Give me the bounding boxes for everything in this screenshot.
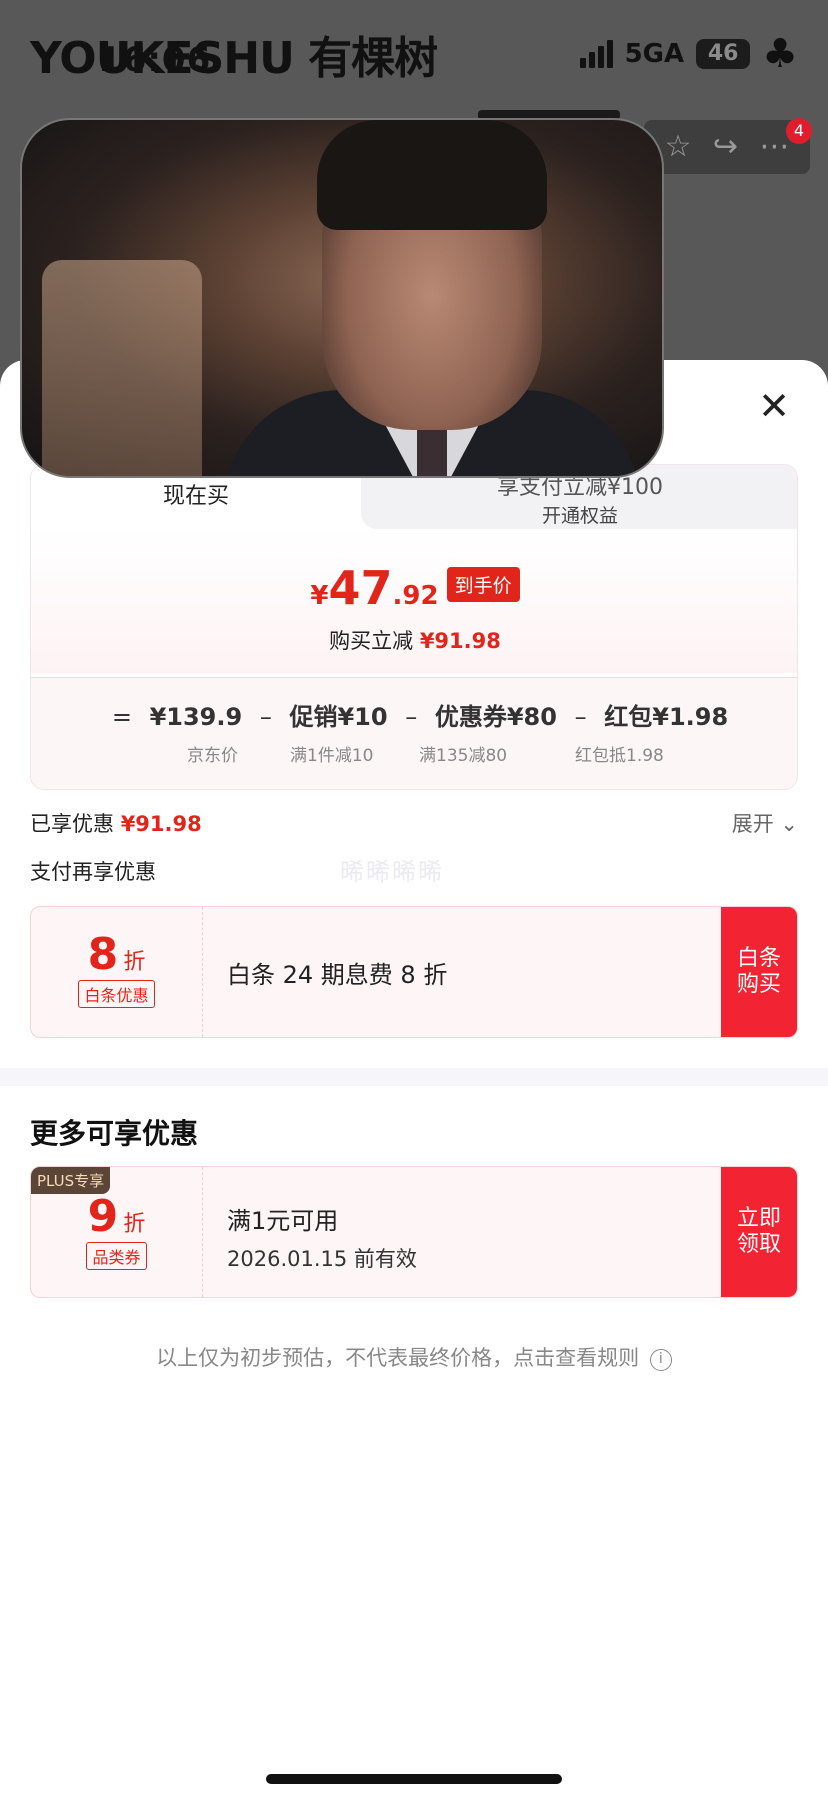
chevron-down-icon: ⌄: [780, 812, 798, 836]
baitiao-coupon: 8 折 白条优惠 白条 24 期息费 8 折 白条购买: [30, 906, 798, 1038]
formula-item: 优惠券¥80: [434, 703, 557, 731]
enjoyed-discount: 已享优惠 ¥91.98: [30, 812, 202, 836]
star-icon[interactable]: ☆: [665, 132, 692, 162]
price-formula: = ¥139.9 – 促销¥10 – 优惠券¥80 – 红包¥1.98: [111, 703, 729, 731]
header-actions: ☆ ↪ ⋯: [644, 120, 810, 174]
battery-icon: 46: [696, 39, 751, 69]
status-time: 16:06: [98, 40, 212, 80]
home-indicator: [266, 1774, 562, 1784]
notification-badge: 4: [786, 118, 812, 144]
floating-video[interactable]: [20, 118, 664, 478]
signal-icon: [579, 40, 613, 68]
instant-reduction: 购买立减 ¥91.98: [329, 629, 501, 653]
coupon-tag: 白条优惠: [78, 980, 155, 1008]
baitiao-buy-button[interactable]: 白条购买: [721, 907, 797, 1037]
expand-button[interactable]: 展开 ⌄: [732, 808, 798, 838]
coupon-discount-number: 9: [87, 1191, 119, 1242]
formula-item: ¥139.9: [149, 703, 243, 731]
club-icon: ♣: [762, 31, 798, 77]
formula-item: 红包¥1.98: [604, 703, 729, 731]
coupon-description: 白条 24 期息费 8 折: [227, 961, 448, 989]
network-type: 5GA: [624, 39, 685, 69]
info-icon: i: [649, 1349, 672, 1371]
formula-item: 促销¥10: [289, 703, 388, 731]
final-price-tag: 到手价: [446, 567, 520, 602]
share-icon[interactable]: ↪: [713, 132, 738, 162]
status-bar-right: 5GA 46 ♣: [579, 31, 798, 77]
claim-coupon-button[interactable]: 立即领取: [721, 1167, 797, 1297]
formula-label: 红包抵1.98: [575, 746, 664, 766]
formula-label: 京东价: [187, 746, 238, 766]
formula-label: 满135减80: [419, 746, 508, 766]
estimate-footnote[interactable]: 以上仅为初步预估，不代表最终价格，点击查看规则 i: [0, 1342, 828, 1372]
coupon-discount-number: 8: [87, 929, 119, 980]
coupon-condition: 满1元可用: [227, 1207, 339, 1235]
ghost-text: 晞晞晞晞: [340, 858, 444, 886]
more-icon[interactable]: ⋯: [759, 132, 789, 162]
price-card: 现在买 享支付立减¥100 开通权益 ¥47.92 到手价 购买立减 ¥91.98…: [30, 464, 798, 790]
close-icon[interactable]: ✕: [752, 384, 796, 428]
plus-coupon: 9 折 品类券 PLUS专享 满1元可用 2026.01.15 前有效 立即领取: [30, 1166, 798, 1298]
final-price: ¥47.92 到手价: [31, 561, 797, 615]
more-offers-title: 更多可享优惠: [30, 1117, 199, 1150]
pay-again-label: 支付再享优惠: [30, 860, 156, 884]
coupon-expiry: 2026.01.15 前有效: [227, 1247, 417, 1271]
tab-pay-discount-sub: 开通权益: [541, 505, 618, 527]
watermark-text: YOUKESHU 有棵树: [30, 33, 438, 84]
section-divider: [0, 1068, 828, 1086]
formula-label: 满1件减10: [290, 746, 374, 766]
coupon-tag: 品类券: [86, 1242, 147, 1270]
plus-exclusive-badge: PLUS专享: [31, 1167, 111, 1194]
